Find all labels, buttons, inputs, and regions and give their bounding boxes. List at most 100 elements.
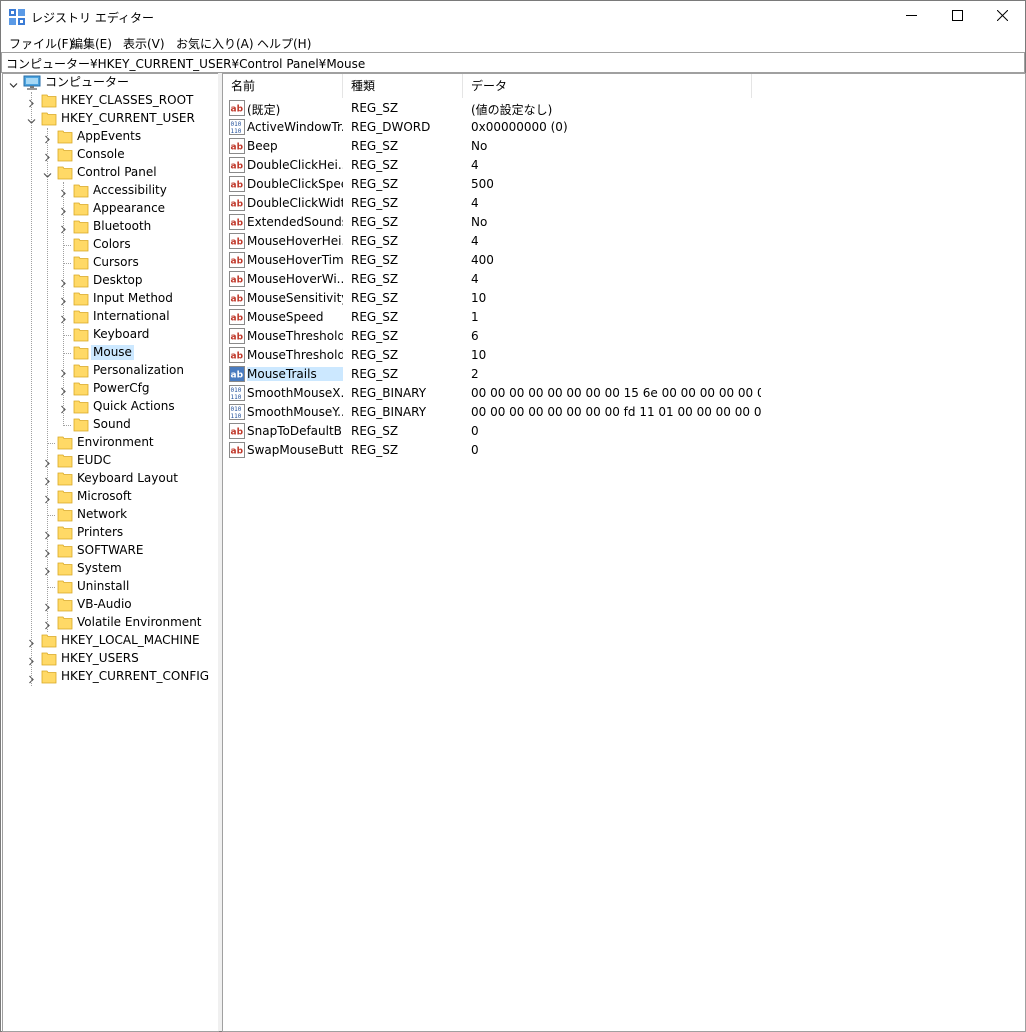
svg-text:ab: ab <box>231 238 244 248</box>
tree-node[interactable]: Input Method <box>3 290 218 308</box>
chevron-down-icon[interactable] <box>9 79 18 93</box>
tree-node[interactable]: PowerCfg <box>3 380 218 398</box>
tree-node[interactable]: HKEY_CURRENT_CONFIG <box>3 668 218 686</box>
value-row[interactable]: ab (既定) REG_SZ (値の設定なし) <box>223 99 1023 118</box>
value-row[interactable]: ab SnapToDefaultB... REG_SZ 0 <box>223 422 1023 441</box>
menu-favorites[interactable]: お気に入り(A) <box>176 35 254 52</box>
minimize-icon <box>905 10 917 24</box>
tree-connector <box>63 263 71 264</box>
tree-node[interactable]: Console <box>3 146 218 164</box>
value-row[interactable]: ab DoubleClickHei... REG_SZ 4 <box>223 156 1023 175</box>
svg-text:ab: ab <box>231 181 244 191</box>
tree-node[interactable]: Quick Actions <box>3 398 218 416</box>
tree-node[interactable]: Volatile Environment <box>3 614 218 632</box>
value-name: Beep <box>247 139 278 153</box>
value-row[interactable]: ab ExtendedSounds REG_SZ No <box>223 213 1023 232</box>
menu-file[interactable]: ファイル(F) <box>9 35 73 52</box>
minimize-button[interactable] <box>888 1 934 32</box>
tree-node[interactable]: Personalization <box>3 362 218 380</box>
folder-icon <box>57 471 73 489</box>
folder-icon <box>73 183 89 201</box>
value-list-pane[interactable]: 名前 種類 データ ab (既定) REG_SZ (値の設定なし) 010 110 Acti… <box>222 73 1026 1032</box>
tree-node[interactable]: SOFTWARE <box>3 542 218 560</box>
tree-node[interactable]: HKEY_CURRENT_USER <box>3 110 218 128</box>
value-row[interactable]: ab MouseHoverTime REG_SZ 400 <box>223 251 1023 270</box>
svg-text:ab: ab <box>231 428 244 438</box>
title-bar[interactable]: レジストリ エディター <box>1 1 1025 32</box>
key-tree-pane[interactable]: コンピューター HKEY_CLASSES_ROOT HKEY_CURRENT_US… <box>2 73 219 1032</box>
menu-view[interactable]: 表示(V) <box>123 35 165 52</box>
value-row[interactable]: ab MouseHoverHei... REG_SZ 4 <box>223 232 1023 251</box>
folder-icon <box>57 165 73 183</box>
tree-node[interactable]: Colors <box>3 236 218 254</box>
value-row[interactable]: abDoubleClickSpeed REG_SZ 500 <box>223 175 1023 194</box>
column-header-data[interactable]: データ <box>463 74 752 98</box>
tree-node[interactable]: Network <box>3 506 218 524</box>
tree-node-label: SOFTWARE <box>77 543 144 557</box>
value-row[interactable]: ab MouseThreshold1 REG_SZ 6 <box>223 327 1023 346</box>
tree-node-label: Uninstall <box>77 579 130 593</box>
address-bar[interactable]: コンピューター¥HKEY_CURRENT_USER¥Control Panel¥… <box>1 52 1025 73</box>
tree-node[interactable]: EUDC <box>3 452 218 470</box>
value-type: REG_SZ <box>351 367 399 381</box>
tree-node[interactable]: HKEY_LOCAL_MACHINE <box>3 632 218 650</box>
value-row[interactable]: abSwapMouseButt... REG_SZ 0 <box>223 441 1023 460</box>
maximize-button[interactable] <box>934 1 980 32</box>
value-row[interactable]: ab MouseHoverWi... REG_SZ 4 <box>223 270 1023 289</box>
value-row[interactable]: ab Beep REG_SZ No <box>223 137 1023 156</box>
folder-icon <box>73 201 89 219</box>
tree-node[interactable]: International <box>3 308 218 326</box>
tree-node[interactable]: Bluetooth <box>3 218 218 236</box>
tree-node[interactable]: VB-Audio <box>3 596 218 614</box>
tree-node[interactable]: Appearance <box>3 200 218 218</box>
tree-node[interactable]: HKEY_USERS <box>3 650 218 668</box>
tree-node[interactable]: Uninstall <box>3 578 218 596</box>
tree-node[interactable]: AppEvents <box>3 128 218 146</box>
tree-guide-line <box>31 92 32 686</box>
value-data: 10 <box>471 291 487 305</box>
tree-node[interactable]: Keyboard Layout <box>3 470 218 488</box>
tree-node[interactable]: Mouse <box>3 344 218 362</box>
value-type: REG_BINARY <box>351 405 427 419</box>
tree-node[interactable]: Cursors <box>3 254 218 272</box>
folder-icon <box>57 129 73 147</box>
value-row[interactable]: ab DoubleClickWidth REG_SZ 4 <box>223 194 1023 213</box>
tree-node[interactable]: Keyboard <box>3 326 218 344</box>
address-path[interactable]: コンピューター¥HKEY_CURRENT_USER¥Control Panel¥… <box>6 55 365 72</box>
tree-node[interactable]: HKEY_CLASSES_ROOT <box>3 92 218 110</box>
value-row[interactable]: ab MouseThreshold2 REG_SZ 10 <box>223 346 1023 365</box>
column-header-type[interactable]: 種類 <box>343 74 463 98</box>
tree-node[interactable]: Control Panel <box>3 164 218 182</box>
tree-node-label: Console <box>77 147 125 161</box>
folder-icon <box>73 255 89 273</box>
close-button[interactable] <box>979 1 1025 32</box>
tree-node-label: Sound <box>93 417 131 431</box>
value-row[interactable]: ab MouseSensitivity REG_SZ 10 <box>223 289 1023 308</box>
tree-node[interactable]: Printers <box>3 524 218 542</box>
value-row[interactable]: ab MouseTrails REG_SZ 2 <box>223 365 1023 384</box>
folder-icon <box>73 219 89 237</box>
value-name: MouseSensitivity <box>247 291 343 305</box>
tree-node[interactable]: Desktop <box>3 272 218 290</box>
tree-node[interactable]: Accessibility <box>3 182 218 200</box>
tree-node-computer[interactable]: コンピューター <box>3 74 218 92</box>
tree-node[interactable]: Environment <box>3 434 218 452</box>
value-row[interactable]: ab MouseSpeed REG_SZ 1 <box>223 308 1023 327</box>
value-name: MouseHoverWi... <box>247 272 343 286</box>
menu-edit[interactable]: 編集(E) <box>71 35 112 52</box>
svg-text:ab: ab <box>231 105 244 115</box>
tree-node-label: Cursors <box>93 255 139 269</box>
value-name: MouseTrails <box>247 367 343 381</box>
tree-node-label: Colors <box>93 237 131 251</box>
value-row[interactable]: 010 110 SmoothMouseX... REG_BINARY 00 00 00 … <box>223 384 1023 403</box>
tree-node[interactable]: Microsoft <box>3 488 218 506</box>
column-header-name[interactable]: 名前 <box>223 74 343 98</box>
value-row[interactable]: 010 110 ActiveWindowTr... REG_DWORD 0x000000… <box>223 118 1023 137</box>
value-row[interactable]: 010 110 SmoothMouseY... REG_BINARY 00 00 00 … <box>223 403 1023 422</box>
folder-icon <box>73 309 89 327</box>
menu-help[interactable]: ヘルプ(H) <box>257 35 311 52</box>
tree-node[interactable]: System <box>3 560 218 578</box>
tree-node[interactable]: Sound <box>3 416 218 434</box>
tree-connector <box>63 335 71 336</box>
value-type: REG_DWORD <box>351 120 431 134</box>
